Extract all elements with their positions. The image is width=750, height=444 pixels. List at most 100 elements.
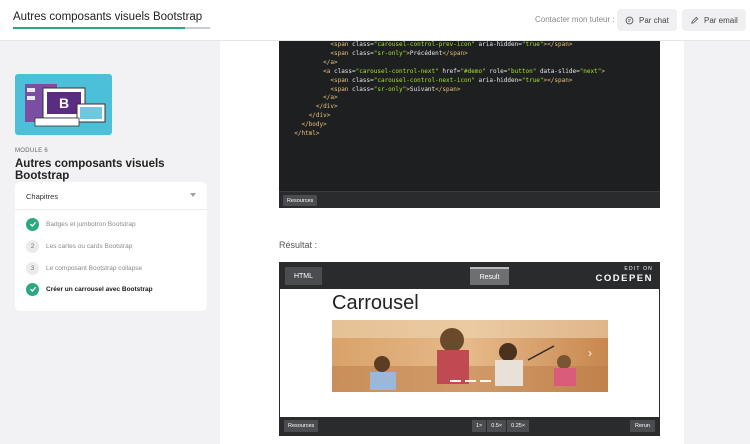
carousel-heading: Carrousel: [332, 292, 419, 314]
code-token: </div>: [308, 112, 331, 120]
chapter-item[interactable]: 3 Le composant Bootstrap collapse: [26, 261, 142, 275]
carousel-indicator[interactable]: [480, 380, 491, 382]
zoom-half-button[interactable]: 0.5×: [487, 420, 507, 432]
check-icon: [26, 282, 39, 296]
contact-tutor-label: Contacter mon tuteur :: [535, 15, 615, 24]
zoom-controls: 1× 0.5× 0.25×: [472, 420, 530, 432]
right-margin: [684, 41, 750, 444]
code-token: </span>: [435, 85, 461, 93]
course-title: Autres composants visuels Bootstrap: [13, 11, 203, 23]
code-token: Précédent: [409, 49, 443, 57]
code-line: </body>: [287, 121, 660, 130]
code-token: Suivant: [409, 85, 436, 93]
code-token: <span: [330, 85, 353, 93]
carousel-indicators[interactable]: [450, 380, 491, 382]
chapter-label: Le composant Bootstrap collapse: [46, 264, 143, 272]
code-token: </span>: [442, 49, 468, 57]
code-token: role=: [485, 67, 508, 75]
code-token: >: [601, 67, 605, 75]
code-line: </div>: [287, 112, 660, 121]
codepen-embed: HTML Result EDIT ON CODEPEN Carrousel › …: [279, 262, 660, 436]
resources-button[interactable]: Resources: [283, 195, 318, 206]
code-token: "sr-only": [373, 85, 407, 93]
codepen-toolbar: HTML Result EDIT ON CODEPEN: [280, 263, 659, 289]
code-token: </body>: [301, 121, 327, 129]
code-token: "carousel-control-prev-icon": [373, 41, 475, 48]
code-token: class=: [352, 41, 374, 48]
code-embed: <span class="carousel-control-prev-icon"…: [279, 41, 660, 208]
edit-on-codepen-link[interactable]: EDIT ON CODEPEN: [596, 266, 653, 284]
chevron-down-icon[interactable]: [190, 193, 196, 197]
course-sidebar: B MODULE 6 Autres composants visuels Boo…: [0, 41, 220, 444]
chapter-label: Créer un carrousel avec Bootstrap: [46, 285, 153, 293]
code-token: "true": [521, 76, 544, 84]
codepen-edit-label: EDIT ON: [624, 266, 653, 272]
code-token: "true": [521, 41, 544, 48]
code-block: <span class="carousel-control-prev-icon"…: [279, 41, 660, 191]
lesson-content: <span class="carousel-control-prev-icon"…: [220, 41, 684, 444]
code-line: <span class="sr-only">Précédent</span>: [287, 50, 660, 59]
chapter-item[interactable]: Badges et jumbotron Bootstrap: [26, 217, 136, 231]
code-token: aria-hidden=: [474, 76, 522, 84]
course-progress-fill: [13, 27, 185, 29]
code-token: <a: [323, 67, 334, 75]
codepen-footer: Resources 1× 0.5× 0.25× Rerun: [280, 417, 659, 435]
code-line: </a>: [287, 94, 660, 103]
svg-text:B: B: [59, 95, 69, 111]
code-token: ></span>: [543, 41, 573, 48]
code-token: "button": [507, 67, 537, 75]
code-line: <span class="sr-only">Suivant</span>: [287, 86, 660, 95]
email-button-label: Par email: [704, 15, 738, 25]
codepen-logo: CODEPEN: [595, 273, 653, 284]
chapters-panel: Chapitres Badges et jumbotron Bootstrap …: [15, 182, 207, 311]
code-token: <span: [330, 49, 353, 57]
pencil-icon: [691, 16, 699, 24]
code-token: "carousel-control-next-icon": [373, 76, 475, 84]
chapter-item[interactable]: 2 Les cartes ou cards Bootstrap: [26, 239, 132, 253]
code-token: ></span>: [543, 76, 573, 84]
chapter-label: Les cartes ou cards Bootstrap: [46, 242, 133, 250]
carousel-indicator[interactable]: [450, 380, 461, 382]
code-token: </a>: [323, 94, 338, 102]
carousel-slide-image[interactable]: ›: [332, 320, 608, 392]
code-token: <span: [330, 76, 353, 84]
code-token: "carousel-control-next": [355, 67, 439, 75]
course-progress-bar: [13, 27, 210, 29]
code-token: data-slide=: [536, 67, 580, 75]
module-title: Autres composants visuels Bootstrap: [15, 158, 165, 182]
code-embed-footer: Resources: [279, 191, 660, 208]
module-number: MODULE 6: [15, 148, 49, 154]
check-icon: [26, 217, 39, 231]
tab-html[interactable]: HTML: [285, 267, 322, 285]
code-token: "#demo": [460, 67, 486, 75]
code-line: </a>: [287, 59, 660, 68]
code-token: href=: [438, 67, 461, 75]
code-token: class=: [352, 49, 374, 57]
code-token: </div>: [315, 103, 338, 111]
resources-button[interactable]: Resources: [284, 420, 319, 432]
carousel-indicator[interactable]: [465, 380, 476, 382]
code-line: </html>: [287, 130, 660, 139]
code-token: aria-hidden=: [474, 41, 522, 48]
chapters-header[interactable]: Chapitres: [15, 182, 207, 210]
email-button[interactable]: Par email: [682, 9, 746, 31]
code-line: </div>: [287, 103, 660, 112]
chat-icon: [625, 16, 634, 24]
carousel-next-arrow-icon[interactable]: ›: [588, 346, 592, 360]
tab-result[interactable]: Result: [470, 267, 509, 285]
code-line: <a class="carousel-control-next" href="#…: [287, 68, 660, 77]
chapter-item[interactable]: Créer un carrousel avec Bootstrap: [26, 282, 153, 296]
zoom-1x-button[interactable]: 1×: [472, 420, 487, 432]
code-line: <span class="carousel-control-prev-icon"…: [287, 41, 660, 50]
code-token: "sr-only": [373, 49, 407, 57]
code-line: <span class="carousel-control-next-icon"…: [287, 77, 660, 86]
chat-button-label: Par chat: [639, 15, 669, 25]
chapter-number: 2: [26, 239, 39, 253]
zoom-quarter-button[interactable]: 0.25×: [507, 420, 530, 432]
rerun-button[interactable]: Rerun: [630, 420, 655, 432]
result-heading: Résultat :: [279, 240, 318, 250]
code-token: class=: [333, 67, 356, 75]
chapter-number: 3: [26, 261, 39, 275]
chat-button[interactable]: Par chat: [617, 9, 677, 31]
module-thumbnail: B: [15, 74, 112, 135]
